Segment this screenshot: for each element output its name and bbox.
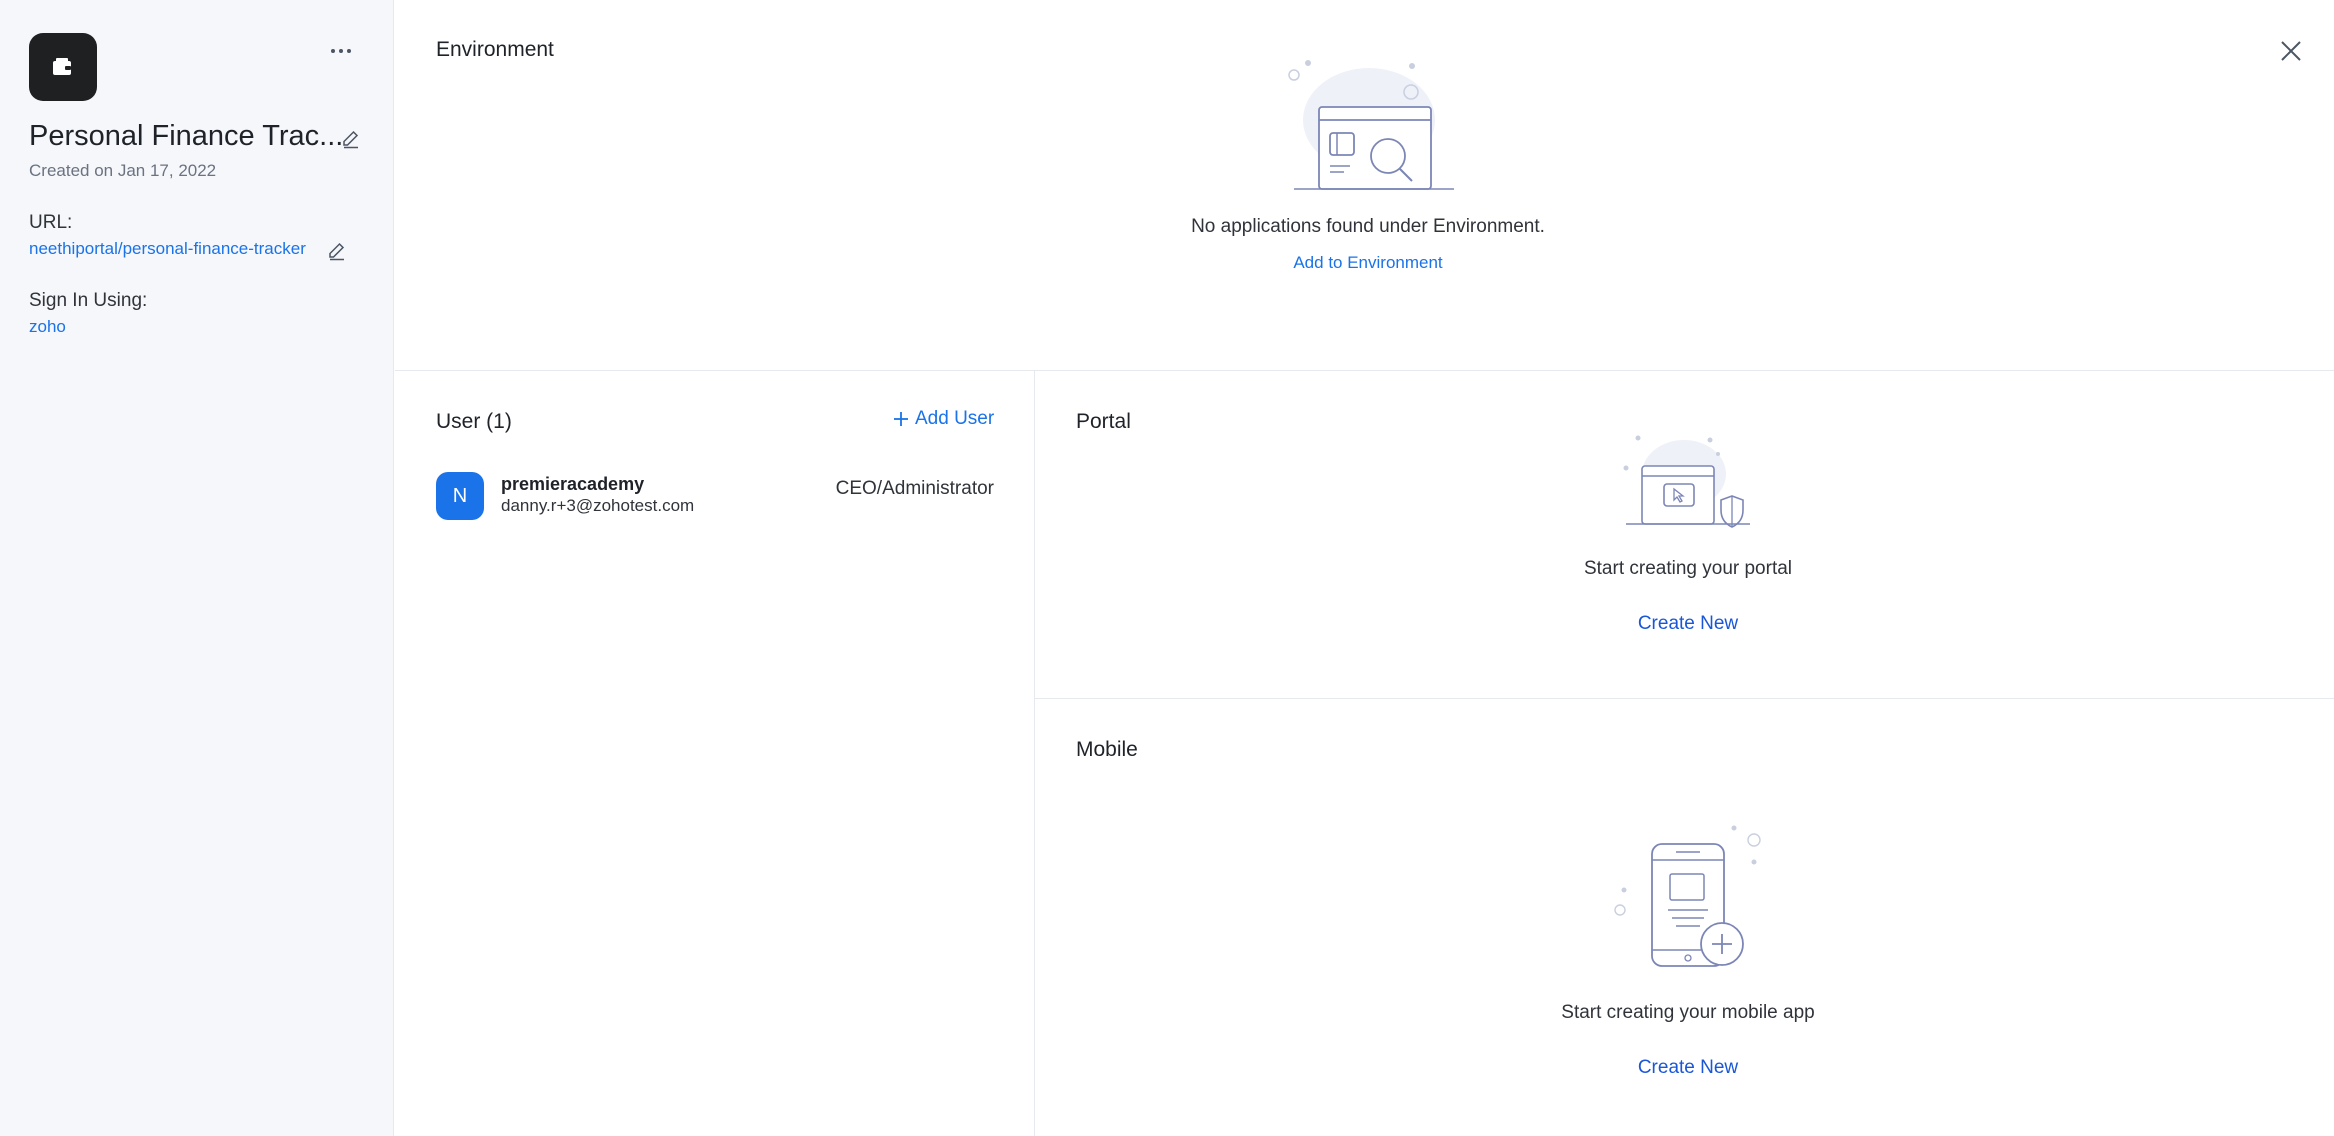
add-user-button[interactable]: Add User bbox=[893, 408, 994, 430]
mobile-message: Start creating your mobile app bbox=[1561, 1002, 1815, 1023]
app-icon[interactable] bbox=[29, 33, 97, 101]
user-name: premieracademy bbox=[501, 474, 645, 494]
portal-title: Portal bbox=[1076, 410, 1131, 433]
mobile-create-new-link[interactable]: Create New bbox=[1638, 1057, 1738, 1079]
url-label: URL: bbox=[29, 212, 73, 233]
edit-icon bbox=[329, 242, 345, 261]
mobile-illustration bbox=[1610, 822, 1766, 972]
divider bbox=[395, 370, 2334, 371]
app-wallet-icon bbox=[53, 58, 71, 75]
sidebar: Personal Finance Trac... Created on Jan … bbox=[0, 0, 394, 1136]
portal-illustration bbox=[1618, 430, 1754, 534]
created-date: Created on Jan 17, 2022 bbox=[29, 161, 217, 180]
edit-icon bbox=[343, 130, 359, 149]
environment-message: No applications found under Environment. bbox=[1191, 216, 1545, 237]
plus-icon bbox=[894, 412, 908, 426]
app-title: Personal Finance Trac... bbox=[29, 120, 344, 152]
edit-url-button[interactable] bbox=[326, 240, 348, 262]
user-email: danny.r+3@zohotest.com bbox=[501, 496, 695, 515]
more-icon bbox=[331, 49, 351, 53]
close-button[interactable] bbox=[2278, 38, 2304, 64]
users-title: User (1) bbox=[436, 410, 512, 433]
portal-message: Start creating your portal bbox=[1583, 558, 1793, 579]
close-icon bbox=[2281, 41, 2301, 61]
user-role: CEO/Administrator bbox=[835, 478, 994, 499]
signin-label: Sign In Using: bbox=[29, 290, 148, 311]
mobile-title: Mobile bbox=[1076, 738, 1138, 761]
portal-create-new-link[interactable]: Create New bbox=[1638, 613, 1738, 635]
signin-link[interactable]: zoho bbox=[29, 317, 66, 337]
add-to-environment-link[interactable]: Add to Environment bbox=[1293, 253, 1442, 273]
divider bbox=[1034, 371, 1035, 1136]
add-user-label: Add User bbox=[915, 408, 995, 429]
more-options-button[interactable] bbox=[328, 38, 354, 64]
environment-illustration bbox=[1284, 55, 1464, 195]
avatar: N bbox=[436, 472, 484, 520]
url-link[interactable]: neethiportal/personal-finance-tracker bbox=[29, 239, 306, 259]
environment-title: Environment bbox=[436, 38, 554, 61]
divider bbox=[1035, 698, 2334, 699]
edit-title-button[interactable] bbox=[340, 128, 362, 150]
